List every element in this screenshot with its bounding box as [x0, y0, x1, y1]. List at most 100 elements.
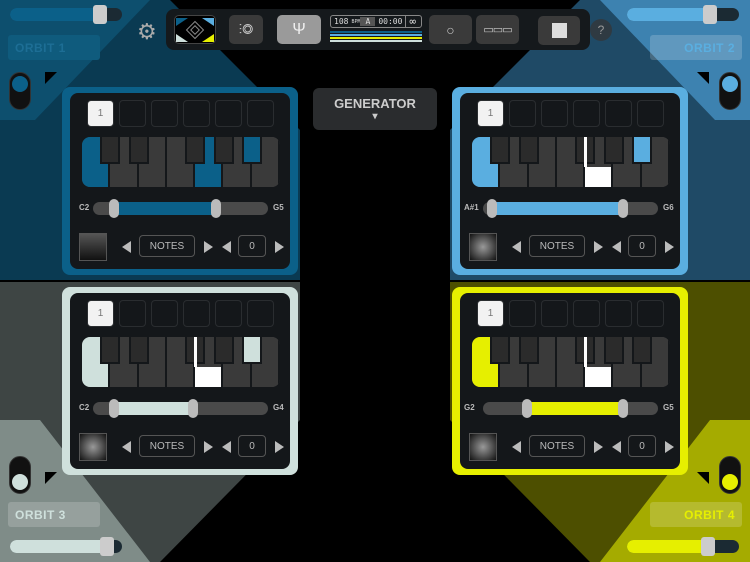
key-Csharp[interactable]: [100, 137, 121, 164]
tuning-button[interactable]: Ψ: [277, 15, 321, 44]
pattern-slot[interactable]: [605, 100, 632, 127]
pattern-slot[interactable]: [119, 300, 146, 327]
note-range-slider[interactable]: [483, 399, 658, 418]
mode-next-arrow[interactable]: [204, 241, 213, 253]
key-Csharp[interactable]: [490, 337, 511, 364]
range-high-handle[interactable]: [187, 399, 198, 418]
key-Gsharp[interactable]: [603, 137, 624, 164]
mode-prev-arrow[interactable]: [512, 441, 521, 453]
key-Asharp[interactable]: [241, 337, 262, 364]
key-value[interactable]: A: [360, 17, 376, 26]
range-high-handle[interactable]: [618, 199, 628, 218]
mode-selector[interactable]: NOTES: [529, 235, 585, 257]
mode-next-arrow[interactable]: [594, 441, 603, 453]
range-low-handle[interactable]: [486, 199, 497, 218]
orbit-2-toggle[interactable]: [719, 72, 741, 110]
mode-prev-arrow[interactable]: [122, 441, 131, 453]
drum-button[interactable]: ○: [429, 15, 472, 44]
pattern-slot[interactable]: [183, 100, 210, 127]
key-Dsharp[interactable]: [128, 137, 149, 164]
note-range-slider[interactable]: [483, 199, 658, 218]
pattern-thumbnail[interactable]: [79, 233, 107, 261]
pattern-slot[interactable]: [541, 300, 568, 327]
mode-next-arrow[interactable]: [204, 441, 213, 453]
value-next-arrow[interactable]: [275, 241, 284, 253]
key-Asharp[interactable]: [631, 137, 652, 164]
range-low-handle[interactable]: [521, 399, 532, 418]
key-Asharp[interactable]: [631, 337, 652, 364]
value-prev-arrow[interactable]: [612, 241, 621, 253]
pattern-slot[interactable]: 1: [87, 300, 114, 327]
pattern-slot[interactable]: [573, 300, 600, 327]
value-prev-arrow[interactable]: [222, 241, 231, 253]
pattern-slot[interactable]: [183, 300, 210, 327]
volume-handle[interactable]: [92, 5, 107, 24]
value-next-arrow[interactable]: [275, 441, 284, 453]
pattern-slot[interactable]: [215, 300, 242, 327]
pattern-thumbnail[interactable]: [469, 233, 497, 261]
pattern-thumbnail[interactable]: [469, 433, 497, 461]
pattern-slot[interactable]: [151, 300, 178, 327]
mode-prev-arrow[interactable]: [512, 241, 521, 253]
gear-icon[interactable]: ⚙: [137, 19, 157, 45]
mode-prev-arrow[interactable]: [122, 241, 131, 253]
key-Asharp[interactable]: [241, 137, 262, 164]
pattern-slot[interactable]: [215, 100, 242, 127]
mode-selector[interactable]: NOTES: [139, 435, 195, 457]
mode-selector[interactable]: NOTES: [529, 435, 585, 457]
pattern-slot[interactable]: 1: [477, 100, 504, 127]
note-range-slider[interactable]: [93, 399, 268, 418]
pattern-slot[interactable]: 1: [87, 100, 114, 127]
grid-button[interactable]: ▭▭▭: [476, 15, 519, 44]
volume-handle[interactable]: [702, 5, 717, 24]
help-button[interactable]: ?: [590, 19, 612, 41]
pattern-slot[interactable]: 1: [477, 300, 504, 327]
range-low-handle[interactable]: [109, 199, 119, 218]
mode-next-arrow[interactable]: [594, 241, 603, 253]
pattern-slot[interactable]: [509, 100, 536, 127]
orbit-3-label[interactable]: ORBIT 3: [8, 502, 100, 527]
range-high-handle[interactable]: [210, 199, 221, 218]
volume-handle[interactable]: [100, 537, 115, 556]
pattern-slot[interactable]: [637, 100, 664, 127]
pattern-slot[interactable]: [247, 100, 274, 127]
pattern-slot[interactable]: [119, 100, 146, 127]
value-next-arrow[interactable]: [665, 441, 674, 453]
value-prev-arrow[interactable]: [222, 441, 231, 453]
orbit-1-label[interactable]: ORBIT 1: [8, 35, 100, 60]
pattern-slot[interactable]: [573, 100, 600, 127]
key-Gsharp[interactable]: [213, 337, 234, 364]
key-Csharp[interactable]: [100, 337, 121, 364]
triangle-icon[interactable]: [45, 72, 57, 84]
range-high-handle[interactable]: [618, 399, 628, 418]
orbit-1-toggle[interactable]: [9, 72, 31, 110]
pattern-slot[interactable]: [541, 100, 568, 127]
orbit-logo-button[interactable]: [174, 15, 216, 44]
pattern-slot[interactable]: [247, 300, 274, 327]
orbit-3-toggle[interactable]: [9, 456, 31, 494]
orbit-4-label[interactable]: ORBIT 4: [650, 502, 742, 527]
orbit-2-label[interactable]: ORBIT 2: [650, 35, 742, 60]
key-Dsharp[interactable]: [518, 137, 539, 164]
orbit-3-volume-slider[interactable]: [10, 537, 122, 556]
stop-button[interactable]: [538, 16, 580, 45]
pattern-slot[interactable]: [605, 300, 632, 327]
value-next-arrow[interactable]: [665, 241, 674, 253]
orbit-1-volume-slider[interactable]: [10, 5, 122, 24]
orbit-2-volume-slider[interactable]: [627, 5, 739, 24]
key-Gsharp[interactable]: [213, 137, 234, 164]
orbit-4-volume-slider[interactable]: [627, 537, 739, 556]
key-Dsharp[interactable]: [128, 337, 149, 364]
triangle-icon[interactable]: [45, 472, 57, 484]
key-Fsharp[interactable]: [185, 137, 206, 164]
pattern-slot[interactable]: [509, 300, 536, 327]
key-Gsharp[interactable]: [603, 337, 624, 364]
mode-selector[interactable]: NOTES: [139, 235, 195, 257]
mixer-button[interactable]: ⫶◎: [229, 15, 263, 44]
triangle-icon[interactable]: [697, 72, 709, 84]
pattern-slot[interactable]: [151, 100, 178, 127]
value-prev-arrow[interactable]: [612, 441, 621, 453]
range-low-handle[interactable]: [109, 399, 119, 418]
note-range-slider[interactable]: [93, 199, 268, 218]
key-Dsharp[interactable]: [518, 337, 539, 364]
